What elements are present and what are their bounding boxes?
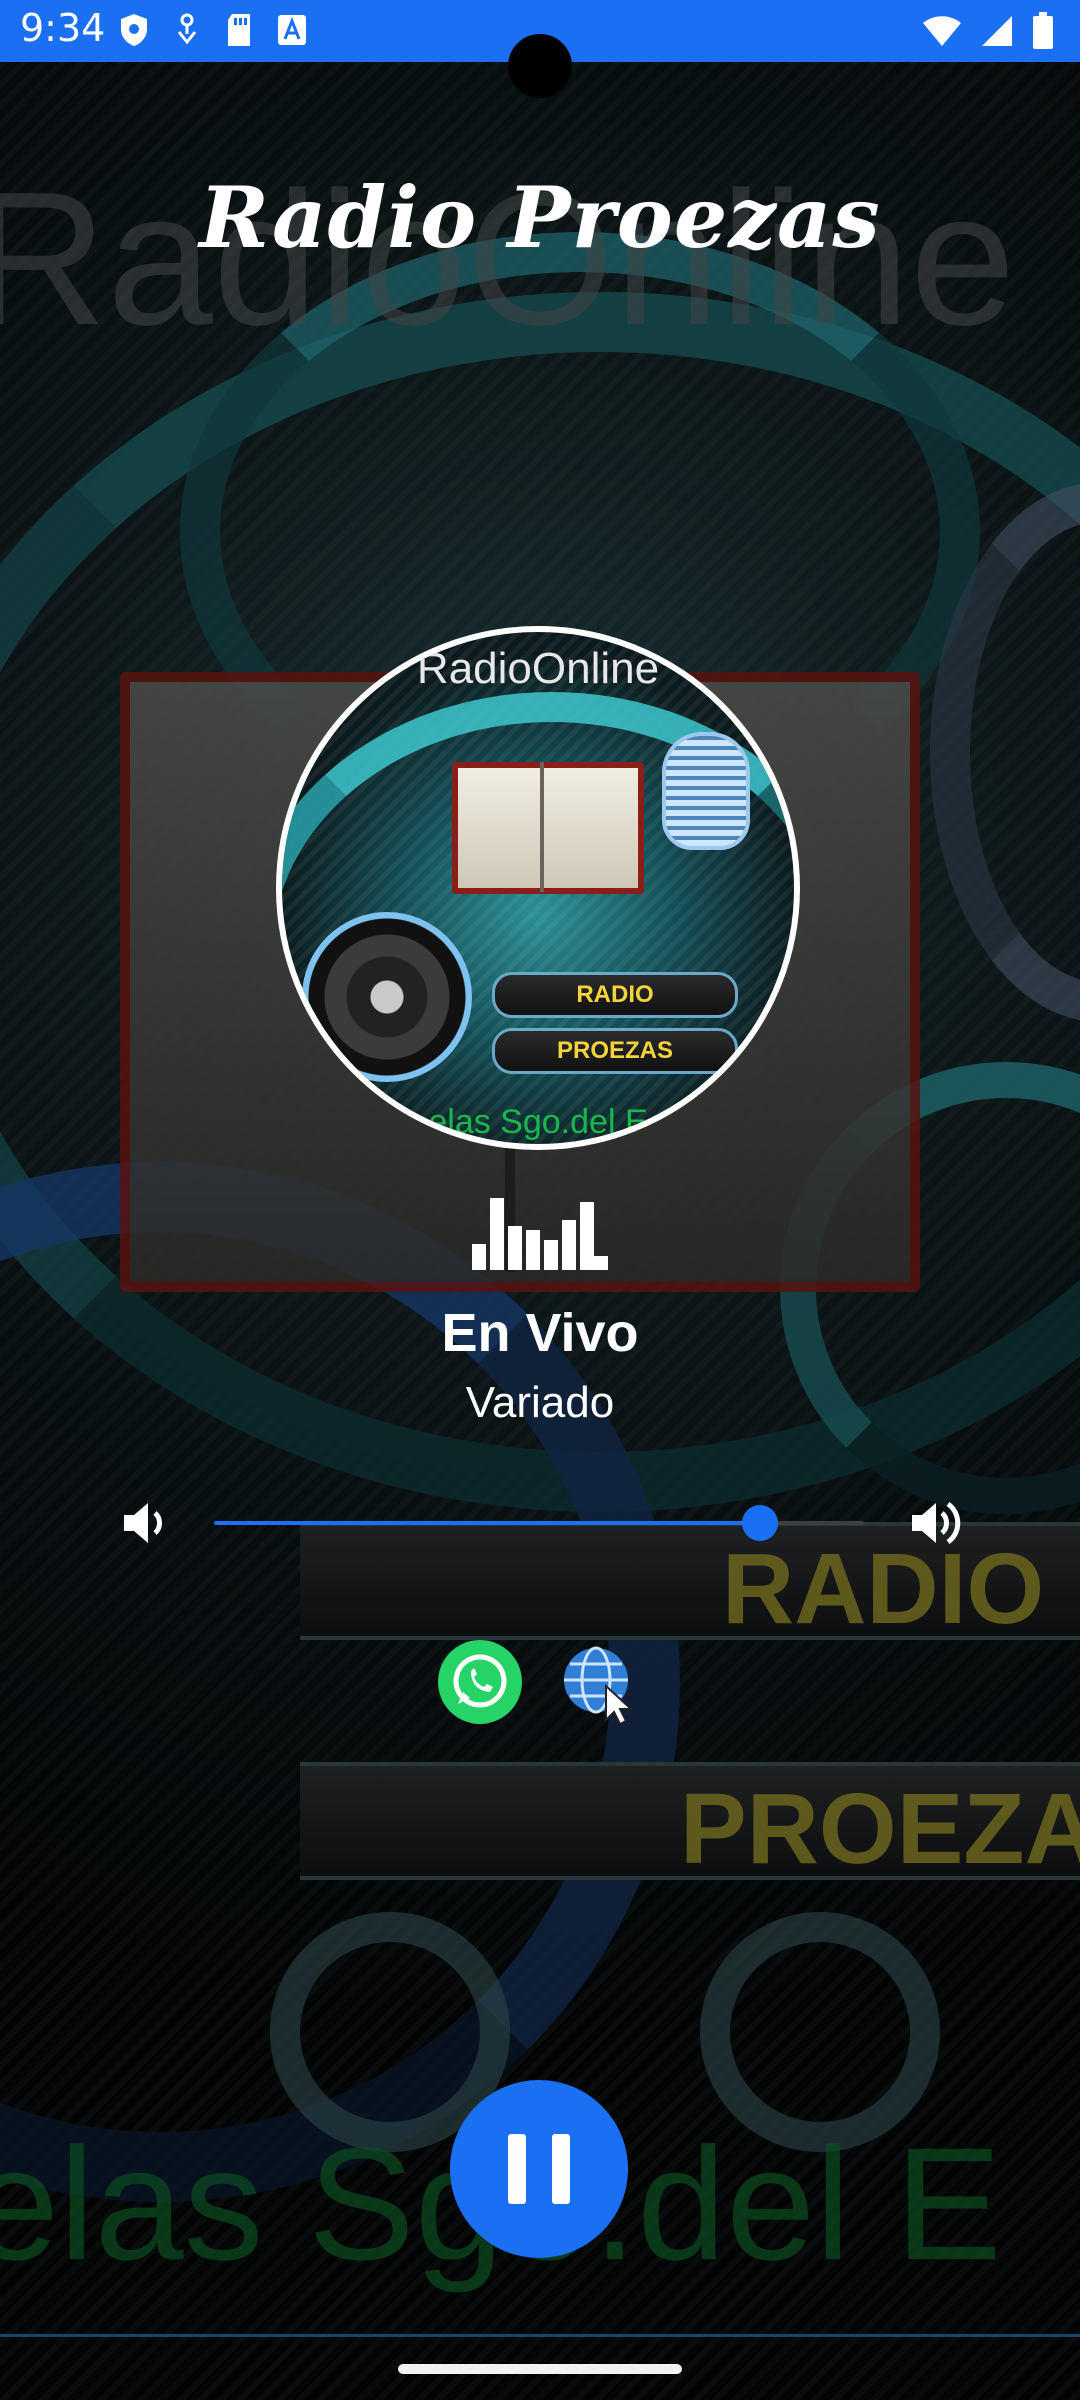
volume-control	[0, 1488, 1080, 1558]
equalizer-icon	[472, 1198, 608, 1270]
logo-text-bottom: elas Sgo.del E	[428, 1103, 648, 1141]
shield-icon	[118, 12, 150, 53]
logo-book-icon	[452, 762, 644, 894]
font-icon	[276, 12, 308, 53]
whatsapp-icon	[438, 1654, 522, 1728]
volume-slider-thumb[interactable]	[742, 1505, 778, 1541]
logo-speaker-icon	[302, 912, 472, 1082]
globe-cursor-icon	[558, 1646, 642, 1728]
logo-plate-proezas: PROEZAS	[492, 1028, 738, 1074]
wifi-icon	[922, 14, 962, 53]
volume-high-icon[interactable]	[910, 1498, 966, 1548]
gesture-navigation-bar[interactable]	[398, 2364, 682, 2374]
eq-bar	[490, 1198, 504, 1270]
signal-icon	[980, 14, 1014, 53]
eq-bar	[562, 1220, 576, 1270]
app-title: Radio Proezas	[199, 168, 881, 267]
logo-text-top: RadioOnline	[416, 644, 660, 693]
now-playing-subtitle: Variado	[465, 1378, 615, 1427]
eq-bar	[472, 1244, 486, 1270]
sd-card-icon	[224, 12, 254, 53]
volume-slider[interactable]	[214, 1505, 864, 1541]
system-icons	[922, 12, 1054, 55]
bottom-divider	[0, 2334, 1080, 2337]
now-playing-title: En Vivo	[441, 1303, 639, 1363]
station-logo: RadioOnline RADIO PROEZAS elas Sgo.del E	[276, 626, 800, 1150]
notification-icons	[118, 12, 308, 53]
logo-book-spine	[540, 762, 544, 892]
status-time: 9:34	[20, 6, 106, 50]
logo-microphone-icon	[662, 732, 750, 850]
pause-bar-right	[552, 2134, 570, 2204]
volume-low-icon[interactable]	[120, 1498, 176, 1548]
pause-button[interactable]	[450, 2080, 628, 2258]
eq-bar	[544, 1240, 558, 1270]
eq-bar	[580, 1202, 594, 1270]
eq-bar	[508, 1226, 522, 1270]
eq-bar	[594, 1256, 608, 1270]
social-links	[0, 1640, 1080, 1726]
logo-plate-radio: RADIO	[492, 972, 738, 1018]
battery-icon	[1032, 12, 1054, 55]
website-button[interactable]	[558, 1640, 642, 1726]
camera-cutout	[508, 34, 572, 98]
eq-bar	[526, 1230, 540, 1270]
location-icon	[172, 12, 202, 53]
volume-slider-fill	[214, 1521, 760, 1525]
pause-bar-left	[508, 2134, 526, 2204]
radio-player-screen: 9:34 RadioOnline RADIO PROEZA elas E Rad…	[0, 0, 1080, 2400]
whatsapp-button[interactable]	[438, 1640, 522, 1724]
